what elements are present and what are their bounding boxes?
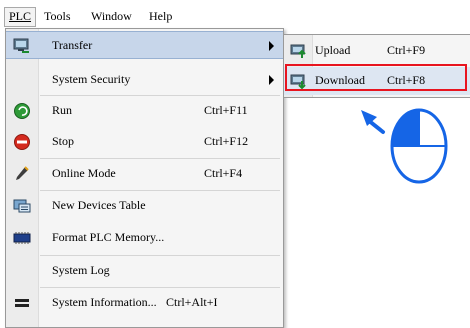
menu-tools[interactable]: Tools bbox=[40, 7, 75, 25]
menu-item-online-mode[interactable]: Online Mode Ctrl+F4 bbox=[6, 160, 283, 188]
system-information-shortcut: Ctrl+Alt+I bbox=[166, 295, 218, 309]
format-memory-icon bbox=[13, 229, 31, 247]
upload-icon bbox=[290, 42, 308, 60]
menu-separator bbox=[40, 190, 280, 191]
online-mode-icon bbox=[13, 165, 31, 183]
run-icon bbox=[13, 102, 31, 120]
upload-label: Upload bbox=[315, 43, 351, 57]
menu-plc[interactable]: PLC bbox=[4, 7, 37, 27]
menu-separator bbox=[40, 95, 280, 96]
stop-shortcut: Ctrl+F12 bbox=[204, 134, 249, 148]
menu-bar: PLC Tools Window Help bbox=[0, 0, 470, 30]
new-devices-table-label: New Devices Table bbox=[52, 198, 146, 212]
menu-item-system-information[interactable]: System Information... Ctrl+Alt+I bbox=[6, 289, 283, 317]
menu-separator bbox=[40, 158, 280, 159]
menu-help-label: Help bbox=[149, 9, 173, 23]
menu-plc-label: PLC bbox=[9, 9, 32, 23]
run-shortcut: Ctrl+F11 bbox=[204, 103, 248, 117]
menu-separator bbox=[40, 287, 280, 288]
menu-help[interactable]: Help bbox=[145, 7, 176, 25]
submenu-arrow-icon bbox=[269, 75, 274, 85]
upload-shortcut: Ctrl+F9 bbox=[387, 43, 426, 57]
download-highlight-box bbox=[285, 64, 467, 91]
menu-window[interactable]: Window bbox=[87, 7, 136, 25]
online-mode-shortcut: Ctrl+F4 bbox=[204, 166, 243, 180]
format-plc-memory-label: Format PLC Memory... bbox=[52, 230, 165, 244]
run-label: Run bbox=[52, 103, 73, 117]
menu-tools-label: Tools bbox=[44, 9, 71, 23]
menu-item-format-plc-memory[interactable]: Format PLC Memory... bbox=[6, 224, 283, 252]
menu-item-transfer[interactable]: Transfer bbox=[6, 31, 283, 59]
menu-separator bbox=[40, 255, 280, 256]
pointer-arrow-icon bbox=[361, 110, 385, 134]
menu-window-label: Window bbox=[91, 9, 132, 23]
system-info-icon bbox=[13, 294, 31, 312]
transfer-label: Transfer bbox=[52, 38, 93, 52]
system-log-label: System Log bbox=[52, 263, 110, 277]
system-security-label: System Security bbox=[52, 72, 131, 86]
submenu-arrow-icon bbox=[269, 41, 274, 51]
menu-item-stop[interactable]: Stop Ctrl+F12 bbox=[6, 128, 283, 156]
online-mode-label: Online Mode bbox=[52, 166, 116, 180]
menu-item-new-devices-table[interactable]: New Devices Table bbox=[6, 192, 283, 220]
stop-label: Stop bbox=[52, 134, 75, 148]
menu-item-system-log[interactable]: System Log bbox=[6, 257, 283, 285]
plc-dropdown-menu: Transfer System Security Run Ctrl+F11 St… bbox=[5, 28, 284, 328]
transfer-icon bbox=[13, 37, 31, 55]
mouse-icon bbox=[390, 108, 448, 184]
system-information-label: System Information... bbox=[52, 295, 157, 309]
menu-item-run[interactable]: Run Ctrl+F11 bbox=[6, 97, 283, 125]
stop-icon bbox=[13, 133, 31, 151]
devices-table-icon bbox=[13, 197, 31, 215]
submenu-item-upload[interactable]: Upload Ctrl+F9 bbox=[284, 37, 470, 65]
menu-item-system-security[interactable]: System Security bbox=[6, 66, 283, 94]
